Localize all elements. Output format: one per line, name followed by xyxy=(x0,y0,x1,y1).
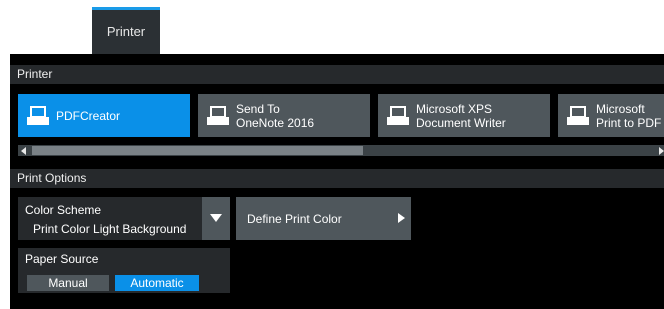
printer-button-ms-pdf[interactable]: Microsoft Print to PDF xyxy=(558,94,664,137)
define-print-color-label: Define Print Color xyxy=(247,212,342,226)
paper-source-automatic-label: Automatic xyxy=(130,276,184,290)
print-options-header: Print Options xyxy=(10,169,664,188)
printer-icon xyxy=(387,106,409,125)
printer-settings-panel: Printer PDFCreator Send To OneNote 2016 … xyxy=(10,54,664,309)
chevron-right-icon xyxy=(398,213,405,223)
paper-source-manual-button[interactable]: Manual xyxy=(27,275,109,291)
scrollbar-thumb[interactable] xyxy=(32,146,363,155)
define-print-color-button[interactable]: Define Print Color xyxy=(236,197,411,240)
printer-button-onenote[interactable]: Send To OneNote 2016 xyxy=(198,94,370,137)
scroll-left-arrow-icon[interactable] xyxy=(21,147,26,155)
printer-label: Microsoft XPS Document Writer xyxy=(416,102,506,130)
color-scheme-dropdown[interactable]: Color Scheme Print Color Light Backgroun… xyxy=(18,197,202,240)
scroll-right-arrow-icon[interactable] xyxy=(659,147,664,155)
color-scheme-dropdown-button[interactable] xyxy=(202,197,230,240)
paper-source-manual-label: Manual xyxy=(48,276,88,290)
printer-label: Microsoft Print to PDF xyxy=(596,102,662,130)
color-scheme-label: Color Scheme xyxy=(25,203,102,217)
paper-source-automatic-button[interactable]: Automatic xyxy=(115,275,199,291)
tab-printer-label: Printer xyxy=(106,24,146,39)
printer-label: PDFCreator xyxy=(56,109,121,123)
color-scheme-value: Print Color Light Background xyxy=(33,222,187,236)
printer-icon xyxy=(567,106,589,125)
printer-button-pdfcreator[interactable]: PDFCreator xyxy=(18,94,190,137)
printer-label: Send To OneNote 2016 xyxy=(236,102,315,130)
tab-printer[interactable]: Printer xyxy=(92,7,160,54)
printer-icon xyxy=(27,106,49,125)
printer-icon xyxy=(207,106,229,125)
paper-source-label: Paper Source xyxy=(25,252,99,266)
chevron-down-icon xyxy=(210,214,222,222)
printer-list-scrollbar[interactable] xyxy=(18,145,664,156)
printer-section-header: Printer xyxy=(10,65,664,84)
printer-button-xps[interactable]: Microsoft XPS Document Writer xyxy=(378,94,550,137)
